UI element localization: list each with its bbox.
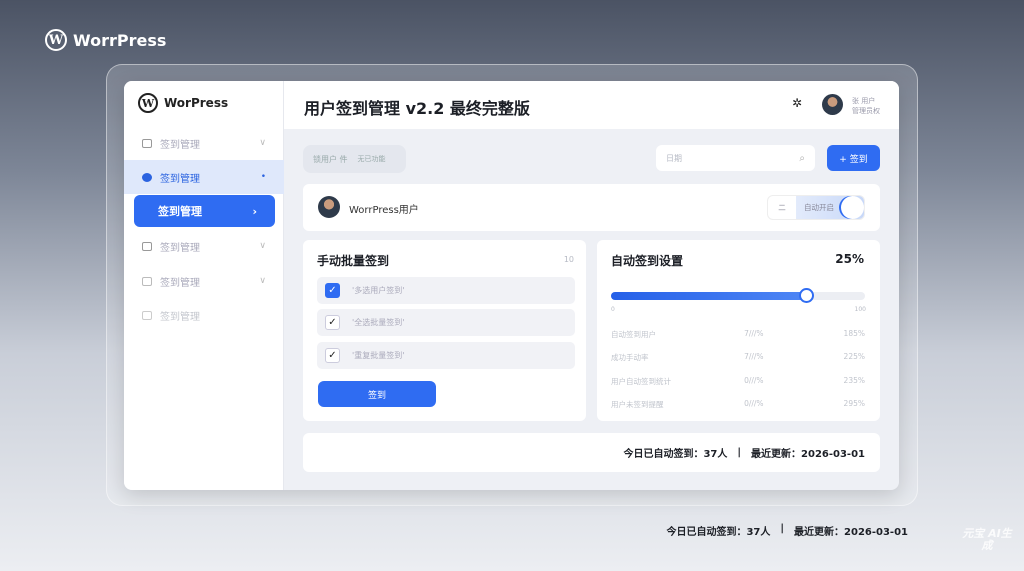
- sidebar-item-1[interactable]: 签到管理 ∨: [124, 126, 284, 160]
- stat-row: 自动签到用户 7///% 185%: [611, 329, 865, 339]
- auto-checkin-card: 自动签到设置 25% 0 100 自动签到用户 7///% 185% 成功手动率 7/…: [597, 240, 880, 421]
- status-footer: 今日已自动签到：37人 | 最近更新：2026-03-01: [303, 433, 880, 472]
- avatar[interactable]: [822, 94, 843, 115]
- slider-min: 0: [611, 306, 615, 313]
- checkbox[interactable]: ✓: [325, 315, 340, 330]
- sidebar-item-4[interactable]: 签到管理 ∨: [124, 229, 284, 263]
- last-updated: 最近更新：2026-03-01: [751, 449, 865, 460]
- app-window: W WorPress 签到管理 ∨ 签到管理 • 签到管理 › 签到管理 ∨ 签到管理 ∨ …: [124, 81, 899, 490]
- sidebar: W WorPress 签到管理 ∨ 签到管理 • 签到管理 › 签到管理 ∨ 签到管理 ∨ …: [124, 81, 284, 490]
- stat-row: 用户自动签到统计 0///% 235%: [611, 376, 865, 386]
- toggle-knob: [841, 196, 864, 219]
- sidebar-logo: W WorPress: [138, 93, 228, 113]
- percent-label: 25%: [835, 252, 864, 266]
- checkbox[interactable]: ✓: [325, 348, 340, 363]
- checkbox-row[interactable]: ✓ '多选用户签到': [317, 277, 575, 304]
- dot-icon: •: [260, 172, 266, 182]
- window-icon: [142, 310, 152, 320]
- wordpress-icon: W: [45, 29, 67, 51]
- watermark: 元宝 AI生成: [962, 527, 1012, 552]
- slider-thumb[interactable]: [798, 288, 814, 303]
- auto-toggle[interactable]: 二 自动开启: [767, 195, 865, 220]
- submit-button[interactable]: 签到: [318, 381, 436, 407]
- stat-row: 成功手动率 7///% 225%: [611, 352, 865, 362]
- page-title: 用户签到管理 v2.2 最终完整版: [304, 99, 530, 118]
- profile-avatar: [318, 196, 340, 218]
- profile-name: WorrPress用户: [349, 205, 419, 216]
- sidebar-item-2[interactable]: 签到管理 •: [124, 160, 284, 194]
- badge-icon: [142, 172, 152, 182]
- settings-icon[interactable]: ✲: [792, 96, 802, 110]
- manual-checkin-card: 手动批量签到 10 ✓ '多选用户签到' ✓ '全选批量签到' ✓ '重复批量签到' …: [303, 240, 586, 421]
- separator: |: [737, 447, 742, 458]
- chevron-right-icon: ›: [252, 204, 257, 218]
- caption: 今日已自动签到：37人 | 最近更新：2026-03-01: [666, 523, 908, 538]
- chevron-down-icon: ∨: [259, 276, 266, 286]
- filter-chip[interactable]: 锁用户 件无已功能: [303, 145, 406, 173]
- sidebar-item-active[interactable]: 签到管理 ›: [134, 195, 275, 227]
- slider-fill: [611, 292, 807, 300]
- card-title: 手动批量签到: [317, 254, 390, 268]
- card-title: 自动签到设置: [611, 254, 684, 268]
- checkbox-row[interactable]: ✓ '重复批量签到': [317, 342, 575, 369]
- header: 用户签到管理 v2.2 最终完整版 ✲ 张 用户 管理员权: [284, 81, 899, 129]
- sidebar-item-5[interactable]: 签到管理 ∨: [124, 264, 284, 298]
- search-icon: ⌕: [799, 152, 805, 164]
- checkbox-checked[interactable]: ✓: [325, 283, 340, 298]
- search-input[interactable]: 日期 ⌕: [656, 145, 815, 171]
- chevron-down-icon: ∨: [259, 138, 266, 148]
- export-icon: [142, 276, 152, 286]
- profile-card: WorrPress用户 二 自动开启: [303, 184, 880, 231]
- slider-max: 100: [854, 306, 866, 313]
- checkbox-row[interactable]: ✓ '全选批量签到': [317, 309, 575, 336]
- add-button[interactable]: + 签到: [827, 145, 880, 171]
- wordpress-icon: W: [138, 93, 158, 113]
- edit-icon: [142, 241, 152, 251]
- user-info: 张 用户 管理员权: [852, 97, 880, 115]
- today-count: 今日已自动签到：37人: [623, 449, 728, 460]
- login-icon: [142, 138, 152, 148]
- chevron-down-icon: ∨: [259, 241, 266, 251]
- stat-row: 用户未签到提醒 0///% 295%: [611, 399, 865, 409]
- brand-logo: W WorrPress: [45, 29, 166, 51]
- sidebar-item-6[interactable]: 签到管理: [124, 298, 284, 332]
- count-label: 10: [563, 255, 574, 264]
- slider[interactable]: [611, 288, 865, 303]
